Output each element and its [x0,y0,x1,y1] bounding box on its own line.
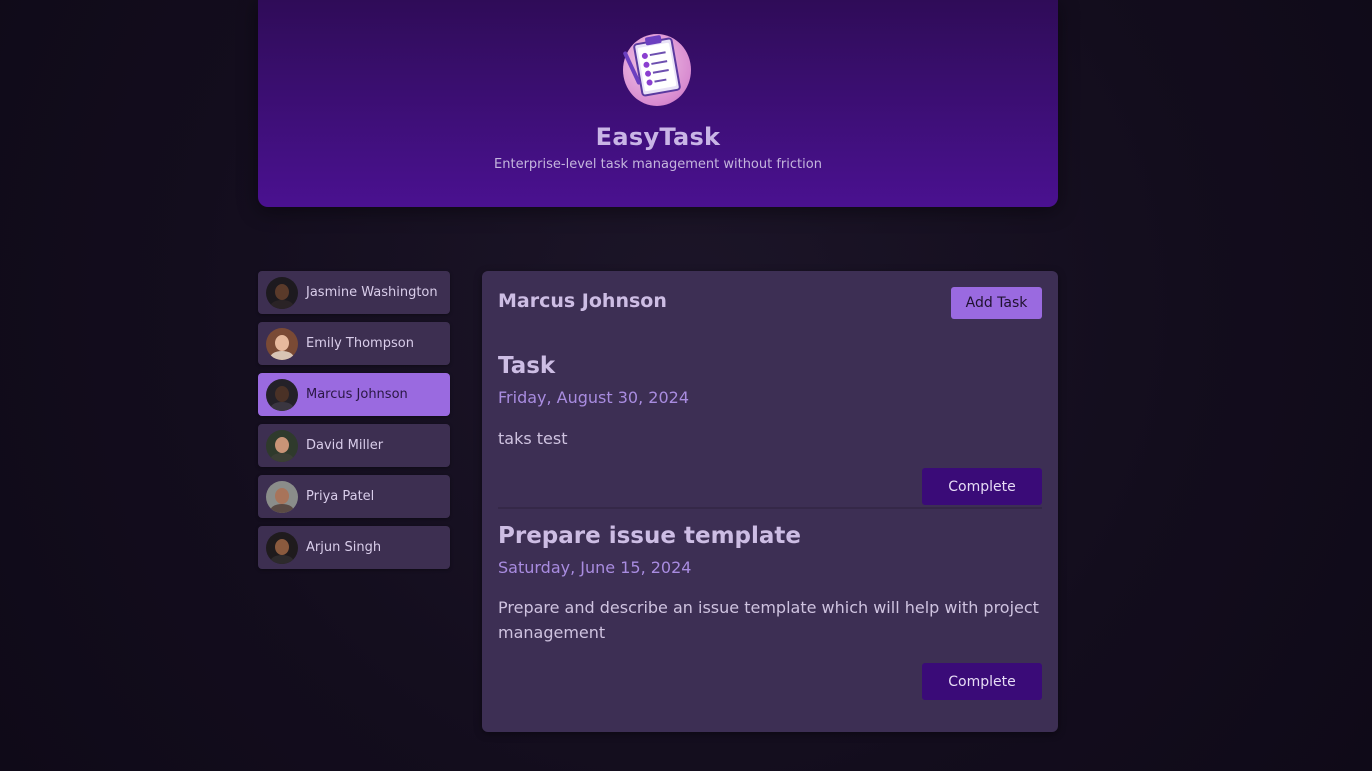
task-date: Friday, August 30, 2024 [498,388,689,407]
user-avatar [266,480,298,513]
app-root: EasyTask Enterprise-level task managemen… [0,0,1372,771]
user-name: Arjun Singh [306,540,382,555]
task-card: Prepare issue template Saturday, June 15… [498,509,1042,709]
user-name: Marcus Johnson [306,387,408,402]
user-item-arjun-singh[interactable]: Arjun Singh [258,526,450,569]
complete-button[interactable]: Complete [922,468,1042,505]
user-item-marcus-johnson[interactable]: Marcus Johnson [258,373,450,416]
user-item-david-miller[interactable]: David Miller [258,424,450,467]
task-date: Saturday, June 15, 2024 [498,558,692,577]
user-name: Priya Patel [306,489,375,504]
clipboard-logo-icon [622,32,692,106]
app-title: EasyTask [595,123,721,151]
user-avatar [266,531,298,564]
complete-button[interactable]: Complete [922,663,1042,700]
user-avatar [266,378,298,411]
user-list: Jasmine Washington Emily Thompson Marcus… [258,271,450,577]
app-header: EasyTask Enterprise-level task managemen… [258,0,1058,207]
user-avatar [266,327,298,360]
task-card: Task Friday, August 30, 2024 taks test C… [498,271,1042,507]
app-subtitle: Enterprise-level task management without… [494,157,822,172]
task-description: taks test [498,429,568,448]
user-name: Jasmine Washington [306,285,438,300]
tasks-panel: Marcus Johnson Add Task Task Friday, Aug… [482,271,1058,732]
task-description: Prepare and describe an issue template w… [498,598,1039,642]
user-item-jasmine-washington[interactable]: Jasmine Washington [258,271,450,314]
user-avatar [266,276,298,309]
user-item-priya-patel[interactable]: Priya Patel [258,475,450,518]
task-title: Task [498,353,556,379]
user-name: David Miller [306,438,384,453]
user-name: Emily Thompson [306,336,414,351]
user-avatar [266,429,298,462]
task-title: Prepare issue template [498,523,801,549]
user-item-emily-thompson[interactable]: Emily Thompson [258,322,450,365]
